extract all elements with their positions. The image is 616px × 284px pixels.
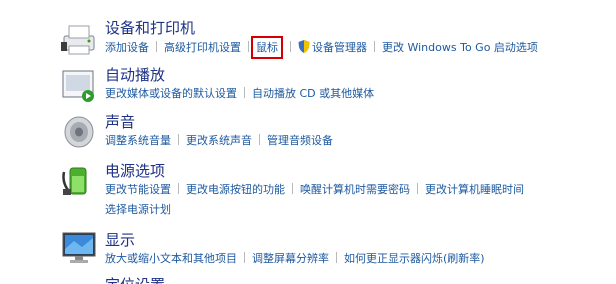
section-title-autoplay[interactable]: 自动播放 xyxy=(105,66,165,84)
link-change-sleep-time[interactable]: 更改计算机睡眠时间 xyxy=(425,183,524,196)
display-links: 放大或缩小文本和其他项目 调整屏幕分辨率 如何更正显示器闪烁(刷新率) xyxy=(105,252,485,266)
shield-icon xyxy=(298,40,310,53)
link-adjust-volume[interactable]: 调整系统音量 xyxy=(105,134,171,147)
printer-icon[interactable] xyxy=(60,20,98,58)
link-require-password-on-wake[interactable]: 唤醒计算机时需要密码 xyxy=(300,183,410,196)
divider xyxy=(156,41,157,52)
devices-links: 添加设备 高级打印机设置 鼠标 设备管理器 更改 Windows To Go 启动选项 xyxy=(105,36,538,59)
location-icon[interactable] xyxy=(60,276,98,284)
link-adjust-resolution[interactable]: 调整屏幕分辨率 xyxy=(252,252,329,265)
divider xyxy=(290,41,291,52)
section-title-power[interactable]: 电源选项 xyxy=(105,162,165,180)
section-title-devices[interactable]: 设备和打印机 xyxy=(105,19,195,37)
link-advanced-printer-setup[interactable]: 高级打印机设置 xyxy=(164,41,241,54)
power-options-icon[interactable] xyxy=(60,162,98,200)
link-device-manager[interactable]: 设备管理器 xyxy=(312,41,367,54)
link-power-button-function[interactable]: 更改电源按钮的功能 xyxy=(186,183,285,196)
sound-links: 调整系统音量 更改系统声音 管理音频设备 xyxy=(105,134,333,148)
section-title-display[interactable]: 显示 xyxy=(105,231,135,249)
divider xyxy=(244,87,245,98)
link-autoplay-cd[interactable]: 自动播放 CD 或其他媒体 xyxy=(252,87,374,100)
link-change-system-sounds[interactable]: 更改系统声音 xyxy=(186,134,252,147)
link-add-device[interactable]: 添加设备 xyxy=(105,41,149,54)
divider xyxy=(292,183,293,194)
power-links-row2: 选择电源计划 xyxy=(105,203,171,217)
link-fix-flicker[interactable]: 如何更正显示器闪烁(刷新率) xyxy=(344,252,485,265)
divider xyxy=(244,252,245,263)
link-windows-to-go[interactable]: 更改 Windows To Go 启动选项 xyxy=(382,41,538,54)
divider xyxy=(178,134,179,145)
monitor-icon[interactable] xyxy=(60,229,98,267)
power-links: 更改节能设置 更改电源按钮的功能 唤醒计算机时需要密码 更改计算机睡眠时间 xyxy=(105,183,524,197)
speaker-icon[interactable] xyxy=(60,113,98,151)
link-resize-text[interactable]: 放大或缩小文本和其他项目 xyxy=(105,252,237,265)
divider xyxy=(336,252,337,263)
link-mouse[interactable]: 鼠标 xyxy=(251,36,283,59)
link-change-media-defaults[interactable]: 更改媒体或设备的默认设置 xyxy=(105,87,237,100)
section-title-location[interactable]: 定位设置 xyxy=(105,276,165,284)
autoplay-icon[interactable] xyxy=(60,66,98,104)
autoplay-links: 更改媒体或设备的默认设置 自动播放 CD 或其他媒体 xyxy=(105,87,374,101)
link-choose-power-plan[interactable]: 选择电源计划 xyxy=(105,203,171,216)
divider xyxy=(417,183,418,194)
divider xyxy=(259,134,260,145)
divider xyxy=(248,41,249,52)
divider xyxy=(178,183,179,194)
divider xyxy=(374,41,375,52)
link-manage-audio-devices[interactable]: 管理音频设备 xyxy=(267,134,333,147)
link-change-power-saving[interactable]: 更改节能设置 xyxy=(105,183,171,196)
section-title-sound[interactable]: 声音 xyxy=(105,113,135,131)
